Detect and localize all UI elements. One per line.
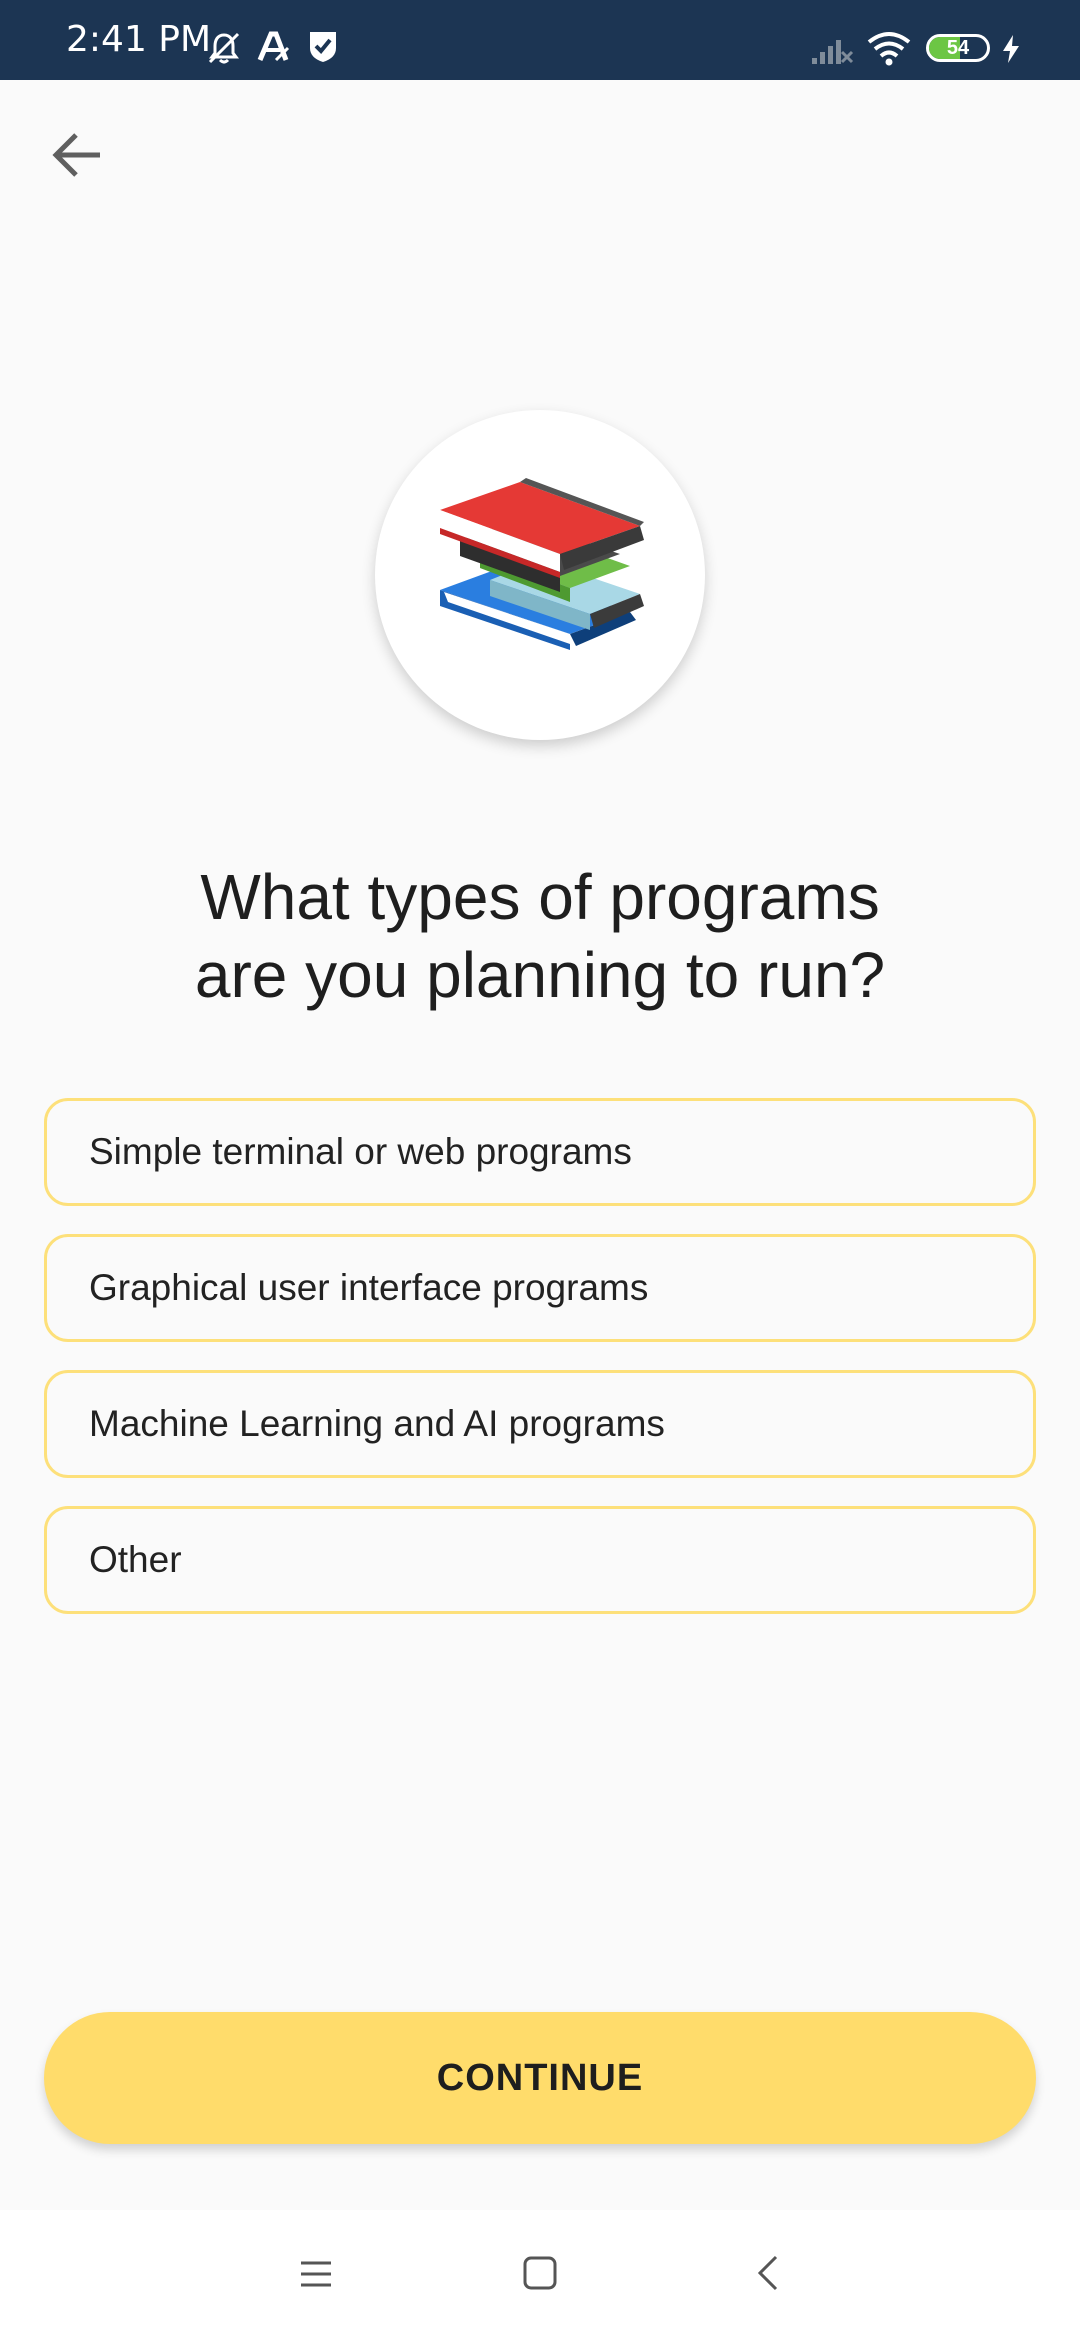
option-other[interactable]: Other [44,1506,1036,1614]
back-button[interactable] [40,118,114,192]
option-machine-learning-ai[interactable]: Machine Learning and AI programs [44,1370,1036,1478]
menu-icon[interactable] [298,2256,334,2292]
arrow-left-icon [52,133,100,177]
option-simple-terminal-web[interactable]: Simple terminal or web programs [44,1098,1036,1206]
status-time: 2:41 PM [66,19,212,60]
charging-icon [1003,35,1019,63]
battery-percent: 54 [946,37,970,59]
question-line-2: are you planning to run? [194,939,886,1011]
signal-icon [812,40,854,64]
status-bar: 2:41 PM 54 [0,0,1080,80]
a-accessibility-icon [257,31,290,62]
question-heading: What types of programs are you planning … [60,858,1020,1014]
home-square-icon[interactable] [522,2255,558,2291]
option-graphical-ui[interactable]: Graphical user interface programs [44,1234,1036,1342]
options-list: Simple terminal or web programs Graphica… [44,1098,1036,1642]
question-line-1: What types of programs [200,861,880,933]
books-icon [440,478,644,650]
hero-illustration [375,410,705,740]
navigation-bar [0,2210,1080,2340]
shield-check-icon [310,32,336,62]
mute-bell-icon [208,32,240,64]
wifi-icon [867,32,911,66]
battery-icon: 54 [926,34,990,62]
back-chevron-icon[interactable] [750,2254,786,2292]
continue-button[interactable]: CONTINUE [44,2012,1036,2144]
